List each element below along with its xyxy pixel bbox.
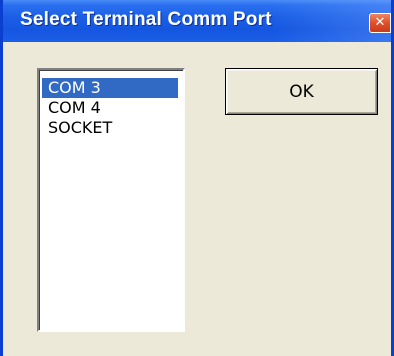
port-list-item-com3[interactable]: COM 3: [42, 78, 178, 98]
ok-button[interactable]: OK: [225, 68, 378, 115]
close-button[interactable]: ✕: [369, 13, 391, 33]
close-x-icon: ✕: [374, 15, 386, 30]
window-title: Select Terminal Comm Port: [20, 9, 272, 30]
dialog-window: Select Terminal Comm Port ✕ COM 3 COM 4 …: [0, 0, 394, 356]
port-list-item-com4[interactable]: COM 4: [42, 98, 178, 118]
title-bar[interactable]: Select Terminal Comm Port ✕: [3, 0, 391, 42]
port-list-item-socket[interactable]: SOCKET: [42, 118, 178, 138]
port-listbox[interactable]: COM 3 COM 4 SOCKET: [37, 68, 185, 332]
